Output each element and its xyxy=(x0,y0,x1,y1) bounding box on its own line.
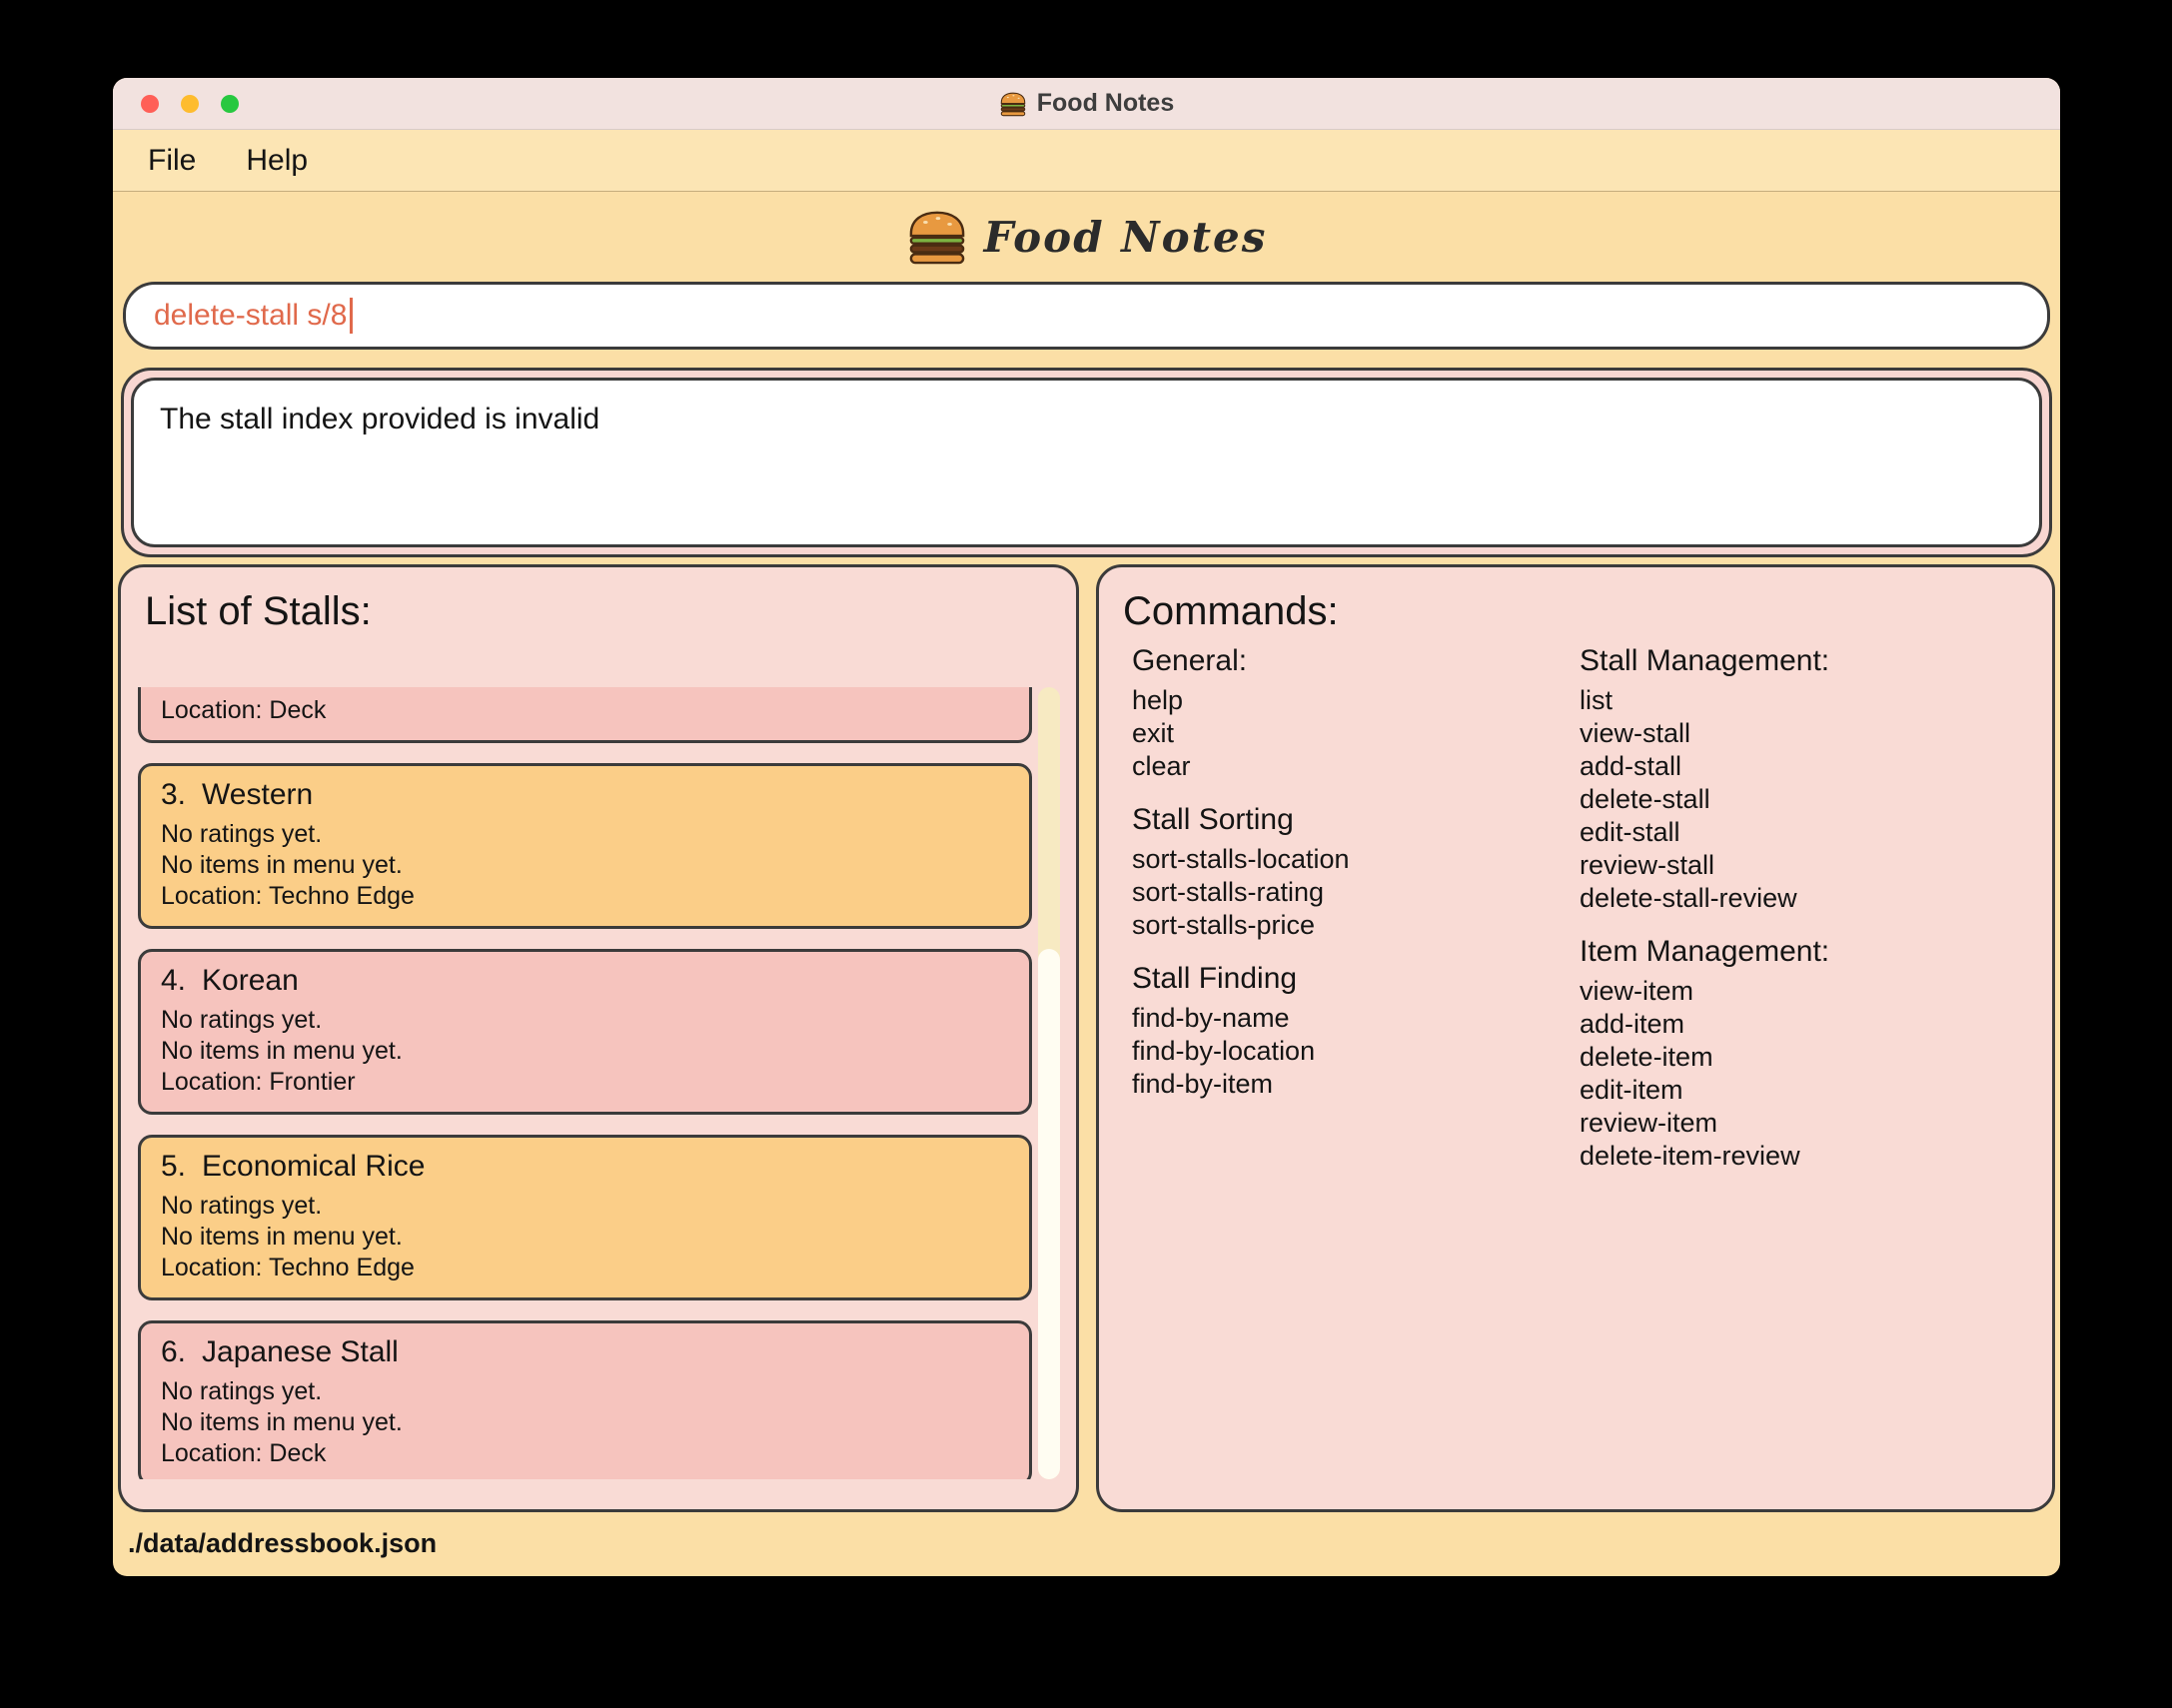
command-item: clear xyxy=(1132,751,1191,781)
commands-section-general: General: help exit clear xyxy=(1132,644,1580,783)
command-item: view-item xyxy=(1580,976,1694,1006)
commands-section-header: Item Management: xyxy=(1580,935,1830,968)
stall-menu: No items in menu yet. xyxy=(161,1223,403,1251)
main-content: List of Stalls: Location: Deck 3. Western… xyxy=(118,564,2055,1512)
commands-section-header: Stall Sorting xyxy=(1132,803,1294,836)
command-item: add-item xyxy=(1580,1009,1685,1039)
menubar: File Help xyxy=(113,130,2060,192)
stall-list-title: List of Stalls: xyxy=(145,589,372,633)
command-item: sort-stalls-location xyxy=(1132,844,1350,874)
burger-logo-icon xyxy=(909,211,964,265)
command-item: find-by-location xyxy=(1132,1036,1316,1066)
command-item: delete-stall-review xyxy=(1580,883,1797,913)
close-button[interactable] xyxy=(141,94,159,113)
commands-columns: General: help exit clear Stall Sorting s… xyxy=(1099,634,2052,1173)
commands-section-header: General: xyxy=(1132,644,1248,677)
command-item: sort-stalls-price xyxy=(1132,910,1316,940)
data-file-path: ./data/addressbook.json xyxy=(128,1528,438,1558)
stall-card-partial[interactable]: Location: Deck xyxy=(138,687,1032,743)
stall-name: 3. Western xyxy=(161,778,314,811)
stall-list-viewport: Location: Deck 3. Western No ratings yet.… xyxy=(138,687,1032,1479)
commands-panel: Commands: General: help exit clear Stall… xyxy=(1096,564,2055,1512)
command-item: edit-stall xyxy=(1580,817,1680,847)
stall-name: 5. Economical Rice xyxy=(161,1150,426,1183)
stall-location: Location: Deck xyxy=(161,696,327,724)
stall-location: Location: Frontier xyxy=(161,1068,356,1096)
stall-list-panel: List of Stalls: Location: Deck 3. Western… xyxy=(118,564,1079,1512)
stall-index: 4. xyxy=(161,964,187,997)
minimize-button[interactable] xyxy=(181,94,199,113)
result-display: The stall index provided is invalid xyxy=(131,378,2042,547)
command-item: sort-stalls-rating xyxy=(1132,877,1325,907)
command-item: exit xyxy=(1132,718,1175,748)
commands-section-header: Stall Finding xyxy=(1132,962,1298,995)
stall-menu: No items in menu yet. xyxy=(161,851,403,879)
result-text: The stall index provided is invalid xyxy=(160,403,600,435)
command-item: delete-item-review xyxy=(1580,1141,1800,1171)
stall-menu: No items in menu yet. xyxy=(161,1037,403,1065)
commands-section-stall-sorting: Stall Sorting sort-stalls-location sort-… xyxy=(1132,803,1580,942)
logo-text: Food Notes xyxy=(983,212,1268,262)
stall-location: Location: Techno Edge xyxy=(161,1254,415,1281)
titlebar: Food Notes xyxy=(113,78,2060,130)
traffic-lights xyxy=(141,94,239,113)
stall-ratings: No ratings yet. xyxy=(161,1192,323,1220)
commands-section-item-management: Item Management: view-item add-item dele… xyxy=(1580,935,2052,1173)
command-input[interactable]: delete-stall s/8 xyxy=(123,282,2050,350)
stall-index: 3. xyxy=(161,778,187,811)
stall-index: 5. xyxy=(161,1150,187,1183)
app-window: Food Notes File Help Food Notes delete-s… xyxy=(113,78,2060,1576)
stall-location: Location: Deck xyxy=(161,1439,327,1467)
stall-location: Location: Techno Edge xyxy=(161,882,415,910)
command-item: help xyxy=(1132,685,1184,715)
stall-card[interactable]: 4. Korean No ratings yet. No items in men… xyxy=(138,949,1032,1115)
stall-card[interactable]: 3. Western No ratings yet. No items in me… xyxy=(138,763,1032,929)
command-item: list xyxy=(1580,685,1613,715)
result-display-frame: The stall index provided is invalid xyxy=(121,368,2052,557)
menu-file[interactable]: File xyxy=(148,144,196,178)
command-input-value: delete-stall s/8 xyxy=(154,299,348,332)
command-item: review-item xyxy=(1580,1108,1718,1138)
stall-index: 6. xyxy=(161,1335,187,1368)
stall-name: 4. Korean xyxy=(161,964,299,997)
stall-card[interactable]: 6. Japanese Stall No ratings yet. No item… xyxy=(138,1320,1032,1479)
text-cursor xyxy=(350,298,354,334)
stall-ratings: No ratings yet. xyxy=(161,820,323,848)
command-item: find-by-name xyxy=(1132,1003,1290,1033)
stall-ratings: No ratings yet. xyxy=(161,1006,323,1034)
commands-section-header: Stall Management: xyxy=(1580,644,1830,677)
commands-title: Commands: xyxy=(1123,589,1339,633)
menu-help[interactable]: Help xyxy=(246,144,308,178)
stall-menu: No items in menu yet. xyxy=(161,1408,403,1436)
command-item: view-stall xyxy=(1580,718,1691,748)
commands-column-1: General: help exit clear Stall Sorting s… xyxy=(1132,644,1580,1173)
stall-list-scrollbar[interactable] xyxy=(1038,687,1060,1479)
stall-list-area: Location: Deck 3. Western No ratings yet.… xyxy=(138,687,1060,1479)
stall-name: 6. Japanese Stall xyxy=(161,1335,399,1368)
command-item: find-by-item xyxy=(1132,1069,1274,1099)
logo-row: Food Notes xyxy=(113,192,2060,282)
command-item: review-stall xyxy=(1580,850,1715,880)
window-title-area: Food Notes xyxy=(113,78,2060,129)
statusbar: ./data/addressbook.json xyxy=(113,1512,2060,1576)
stall-card[interactable]: 5. Economical Rice No ratings yet. No ite… xyxy=(138,1135,1032,1300)
command-item: edit-item xyxy=(1580,1075,1683,1105)
commands-section-stall-management: Stall Management: list view-stall add-st… xyxy=(1580,644,2052,915)
burger-icon xyxy=(1000,92,1025,116)
commands-section-stall-finding: Stall Finding find-by-name find-by-locat… xyxy=(1132,962,1580,1101)
scrollbar-thumb[interactable] xyxy=(1038,948,1060,1479)
window-title: Food Notes xyxy=(1036,89,1175,117)
commands-column-2: Stall Management: list view-stall add-st… xyxy=(1580,644,2052,1173)
stall-ratings: No ratings yet. xyxy=(161,1377,323,1405)
command-item: add-stall xyxy=(1580,751,1682,781)
command-item: delete-stall xyxy=(1580,784,1710,814)
zoom-button[interactable] xyxy=(221,94,239,113)
command-item: delete-item xyxy=(1580,1042,1713,1072)
